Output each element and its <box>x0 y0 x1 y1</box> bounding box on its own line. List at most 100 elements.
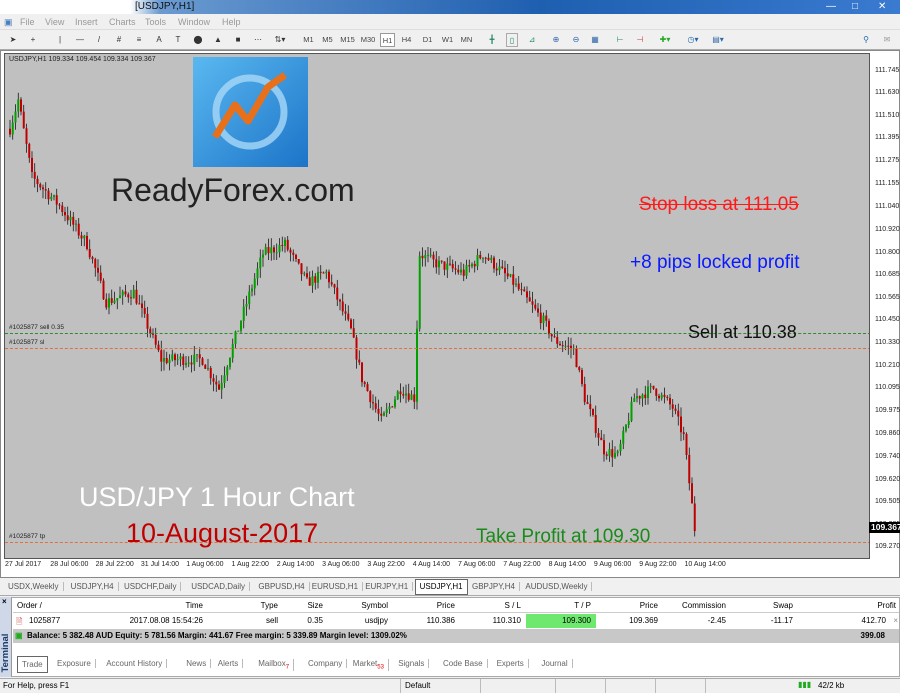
timeframe-d1[interactable]: D1 <box>420 33 435 47</box>
order-cell: 110.386 <box>426 616 455 625</box>
candle <box>666 396 669 398</box>
menu-tools[interactable]: Tools <box>145 17 166 27</box>
close-order-icon[interactable]: × <box>893 616 898 625</box>
price-tick-label: 111.630 <box>875 89 900 97</box>
time-tick-label: 27 Jul 2017 <box>5 561 42 568</box>
candle <box>72 216 75 225</box>
order-line[interactable] <box>5 347 869 349</box>
chart-tab[interactable]: EURUSD,H1 <box>308 582 364 591</box>
chart-tab[interactable]: GBPUSD,H4 <box>254 582 310 591</box>
price-tick-label: 109.975 <box>875 407 900 415</box>
close-button[interactable]: ✕ <box>878 1 886 12</box>
terminal-tab[interactable]: Market53 <box>349 659 389 671</box>
text-icon[interactable]: A <box>154 33 164 47</box>
channel-icon[interactable]: # <box>114 33 124 47</box>
menu-charts[interactable]: Charts <box>109 17 136 27</box>
chart-header: USDJPY,H1 109.334 109.454 109.334 109.36… <box>9 56 156 63</box>
price-tick-label: 110.330 <box>875 339 900 347</box>
terminal-tab[interactable]: Experts <box>493 659 529 668</box>
maximize-button[interactable]: □ <box>852 1 858 12</box>
chart-tab[interactable]: AUDUSD,Weekly <box>521 582 593 591</box>
grid-icon[interactable]: ⋯ <box>252 33 264 47</box>
periods-icon[interactable]: ◷▾ <box>684 33 702 47</box>
terminal-tab[interactable]: News <box>182 659 212 668</box>
price-tick-label: 110.565 <box>875 293 900 301</box>
terminal-tab[interactable]: Trade <box>17 656 48 673</box>
chart-tab[interactable]: EURJPY,H1 <box>361 582 414 591</box>
menu-view[interactable]: View <box>45 17 64 27</box>
candle <box>339 299 341 302</box>
crosshair-icon[interactable]: + <box>28 33 38 47</box>
chart-tab[interactable]: USDCAD,Daily <box>187 582 250 591</box>
tile-windows-icon[interactable]: ▦ <box>589 33 601 47</box>
indicators-icon[interactable]: ✚▾ <box>656 33 674 47</box>
chart-shift-icon[interactable]: ⊣ <box>634 33 646 47</box>
timeframe-m1[interactable]: M1 <box>301 33 316 47</box>
candle <box>292 252 295 255</box>
terminal-tab[interactable]: Exposure <box>53 659 96 668</box>
candle <box>509 274 512 277</box>
timeframe-h4[interactable]: H4 <box>399 33 414 47</box>
terminal-tab[interactable]: Alerts <box>214 659 244 668</box>
cursor-icon[interactable]: ➤ <box>8 33 18 47</box>
arrows-dropdown-icon[interactable]: ⇅▾ <box>272 33 288 47</box>
ellipse-icon[interactable]: ⬤ <box>192 33 204 47</box>
zoom-out-icon[interactable]: ⊖ <box>570 33 582 47</box>
candle <box>671 404 674 409</box>
terminal-tab[interactable]: Mailbox7 <box>254 659 295 671</box>
menu-window[interactable]: Window <box>178 17 210 27</box>
trendline-icon[interactable]: / <box>94 33 104 47</box>
column-header: Price <box>639 601 658 610</box>
chart-tab[interactable]: USDX,Weekly <box>4 582 64 591</box>
expand-icon[interactable]: ▣ <box>15 631 23 640</box>
candle <box>583 384 586 403</box>
timeframe-m15[interactable]: M15 <box>339 33 356 47</box>
candlestick-icon[interactable]: ▯ <box>506 33 518 47</box>
timeframe-w1[interactable]: W1 <box>440 33 455 47</box>
timeframe-m5[interactable]: M5 <box>320 33 335 47</box>
candle <box>284 239 286 246</box>
line-chart-icon[interactable]: ⊿ <box>526 33 538 47</box>
menu-bar: ▣ File View Insert Charts Tools Window H… <box>0 14 900 30</box>
terminal-tab[interactable]: Journal <box>537 659 573 668</box>
terminal-tab[interactable]: Account History <box>102 659 168 668</box>
triangle-icon[interactable]: ▲ <box>212 33 224 47</box>
candle <box>440 260 443 262</box>
menu-file[interactable]: File <box>20 17 35 27</box>
minimize-button[interactable]: — <box>826 1 836 12</box>
candle <box>581 370 583 385</box>
chart-tab[interactable]: USDJPY,H4 <box>67 582 119 591</box>
candle <box>341 301 344 312</box>
timeframe-m30[interactable]: M30 <box>359 33 377 47</box>
menu-help[interactable]: Help <box>222 17 241 27</box>
bar-chart-icon[interactable]: ╋ <box>486 33 498 47</box>
candle <box>124 291 127 295</box>
menu-insert[interactable]: Insert <box>75 17 98 27</box>
search-icon[interactable]: ⚲ <box>860 33 872 47</box>
fibonacci-icon[interactable]: ≡ <box>134 33 144 47</box>
candle <box>319 271 322 273</box>
column-header: Profit <box>877 601 896 610</box>
chat-icon[interactable]: ✉ <box>880 33 894 47</box>
terminal-tab[interactable]: Code Base <box>439 659 488 668</box>
timeframe-mn[interactable]: MN <box>459 33 474 47</box>
rectangle-icon[interactable]: ■ <box>232 33 244 47</box>
text-label-icon[interactable]: T <box>173 33 183 47</box>
horizontal-line-icon[interactable]: — <box>75 33 85 47</box>
vertical-line-icon[interactable]: | <box>56 33 64 47</box>
templates-icon[interactable]: ▤▾ <box>708 33 728 47</box>
table-row[interactable]: 1025877 2017.08.08 15:54:26 sell 0.35 usdjpy… <box>13 614 899 628</box>
terminal-tab[interactable]: Signals <box>394 659 430 668</box>
auto-scroll-icon[interactable]: ⊢ <box>614 33 626 47</box>
candle <box>121 291 124 296</box>
chart-tab[interactable]: USDCHF,Daily <box>120 582 182 591</box>
chart-tabs: USDX,Weekly USDJPY,H4 USDCHF,Daily USDCAD,D… <box>0 578 900 596</box>
chart-tab[interactable]: GBPJPY,H4 <box>468 582 520 591</box>
close-terminal-icon[interactable]: × <box>2 597 7 606</box>
terminal-tab[interactable]: Company <box>304 659 348 668</box>
timeframe-h1[interactable]: H1 <box>380 33 395 47</box>
zoom-in-icon[interactable]: ⊕ <box>550 33 562 47</box>
tab-label: Market <box>352 659 378 668</box>
chart-plot-area[interactable]: #1025877 sell 0.35 #1025877 sl #1025877 tp… <box>4 53 870 559</box>
chart-tab[interactable]: USDJPY,H1 <box>414 579 468 595</box>
